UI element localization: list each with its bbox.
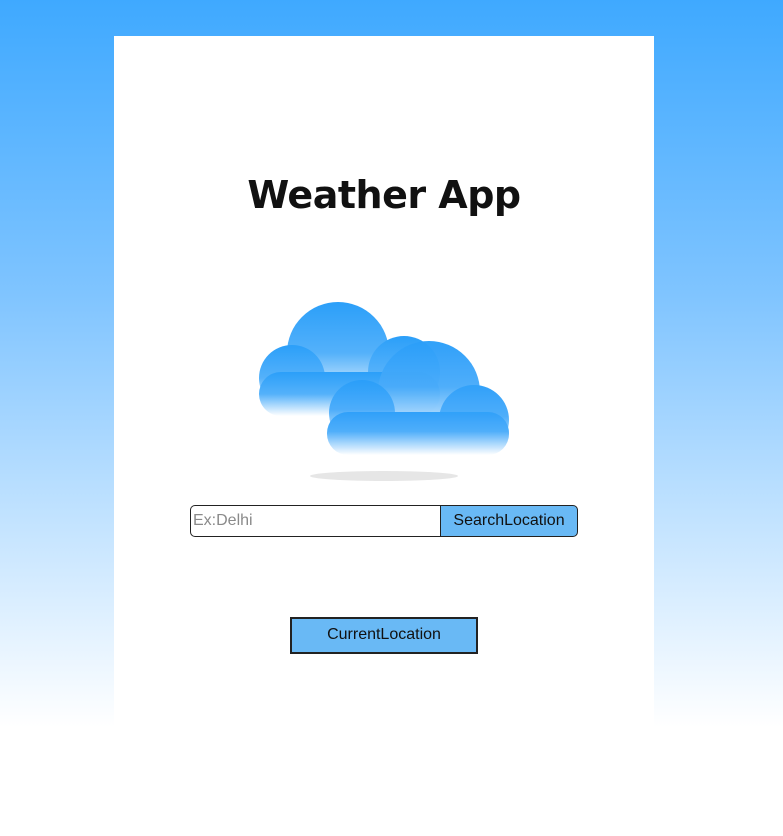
weather-card: Weather App Ex:Delhi SearchLocation Curr… (114, 36, 654, 836)
page-title: Weather App (247, 173, 521, 217)
search-bar: SearchLocation (190, 505, 578, 537)
search-input[interactable] (190, 505, 440, 537)
cloudy-icon (259, 302, 509, 481)
search-location-button[interactable]: SearchLocation (440, 505, 578, 537)
cloud-shadow (310, 471, 458, 481)
current-location-button[interactable]: CurrentLocation (290, 617, 478, 654)
